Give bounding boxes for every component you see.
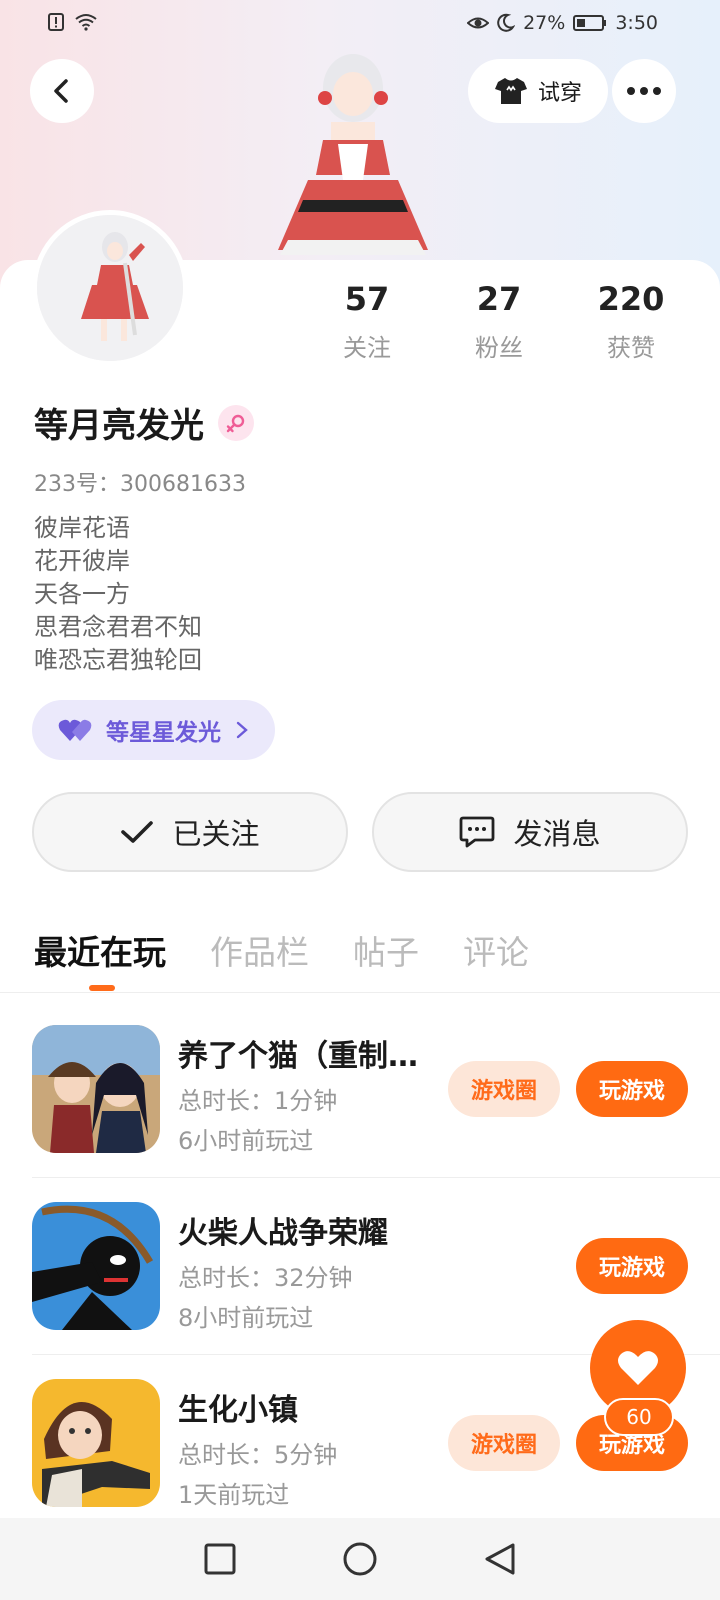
home-button[interactable] [340, 1539, 380, 1579]
game-icon [32, 1202, 160, 1330]
user-id[interactable]: 233号：300681633 [34, 466, 246, 498]
profile-tabs: 最近在玩 作品栏 帖子 评论 [34, 926, 529, 974]
circle-icon [343, 1542, 377, 1576]
following-count: 57 [344, 280, 390, 318]
tab-recently-played[interactable]: 最近在玩 [34, 926, 166, 974]
checkmark-icon [121, 821, 154, 843]
game-icon [32, 1025, 160, 1153]
user-id-label: 233号： [34, 472, 120, 497]
user-avatar[interactable] [32, 210, 188, 366]
try-on-button[interactable]: 试穿 [468, 59, 608, 123]
divider [32, 1177, 720, 1178]
group-link[interactable]: 等星星发光 [32, 700, 275, 760]
active-tab-indicator [89, 985, 115, 991]
game-duration: 总时长：5分钟 [178, 1441, 338, 1469]
game-last-played: 1天前玩过 [178, 1481, 290, 1509]
stat-likes[interactable]: 220 获赞 [576, 280, 686, 363]
clock: 3:50 [615, 12, 658, 34]
more-dots-icon [627, 87, 661, 95]
game-circle-button[interactable]: 游戏圈 [448, 1061, 560, 1117]
bio-line: 唯恐忘君独轮回 [34, 646, 202, 674]
tshirt-icon [494, 78, 527, 104]
bio-line: 彼岸花语 [34, 514, 130, 542]
group-label: 等星星发光 [106, 720, 221, 746]
like-count-badge: 60 [604, 1398, 674, 1436]
followed-label: 已关注 [172, 817, 260, 851]
game-icon [32, 1379, 160, 1507]
system-navigation-bar [0, 1518, 720, 1600]
chevron-right-icon [236, 721, 248, 739]
fans-count: 27 [476, 280, 522, 318]
triangle-back-icon [485, 1543, 515, 1575]
battery-icon [573, 13, 607, 33]
back-button[interactable] [30, 59, 94, 123]
followed-button[interactable]: 已关注 [32, 792, 348, 872]
do-not-disturb-moon-icon [495, 13, 516, 33]
send-message-button[interactable]: 发消息 [372, 792, 688, 872]
game-last-played: 6小时前玩过 [178, 1127, 314, 1155]
fans-label: 粉丝 [475, 334, 523, 362]
wifi-icon [74, 12, 97, 32]
female-gender-icon [218, 404, 254, 441]
stat-fans[interactable]: 27 粉丝 [444, 280, 554, 363]
chat-bubble-icon [460, 816, 495, 848]
back-nav-button[interactable] [480, 1539, 520, 1579]
user-name: 等月亮发光 [34, 406, 204, 446]
double-heart-icon [58, 719, 92, 741]
bio-line: 思君念君君不知 [34, 613, 202, 641]
game-title: 养了个猫（重制… [178, 1039, 418, 1074]
play-game-button[interactable]: 玩游戏 [576, 1061, 688, 1117]
game-title: 生化小镇 [178, 1393, 298, 1428]
likes-label: 获赞 [607, 334, 655, 362]
try-on-label: 试穿 [537, 81, 582, 106]
tab-posts[interactable]: 帖子 [353, 926, 419, 974]
eye-comfort-icon [466, 13, 490, 33]
send-message-label: 发消息 [513, 817, 601, 851]
play-game-button[interactable]: 玩游戏 [576, 1238, 688, 1294]
game-duration: 总时长：1分钟 [178, 1087, 338, 1115]
more-options-button[interactable] [612, 59, 676, 123]
likes-count: 220 [597, 280, 665, 318]
square-icon [204, 1543, 236, 1575]
following-label: 关注 [343, 334, 391, 362]
game-title: 火柴人战争荣耀 [178, 1216, 388, 1251]
tab-works[interactable]: 作品栏 [210, 926, 309, 974]
game-last-played: 8小时前玩过 [178, 1304, 314, 1332]
tab-comments[interactable]: 评论 [463, 926, 529, 974]
recent-apps-button[interactable] [200, 1539, 240, 1579]
bio-line: 花开彼岸 [34, 547, 130, 575]
divider [0, 992, 720, 993]
user-bio: 彼岸花语 花开彼岸 天各一方 思君念君君不知 唯恐忘君独轮回 [34, 512, 202, 677]
heart-icon [618, 1351, 658, 1385]
stat-following[interactable]: 57 关注 [312, 280, 422, 363]
game-list-item[interactable]: 养了个猫（重制… 总时长：1分钟 6小时前玩过 游戏圈 玩游戏 [0, 1025, 720, 1201]
battery-percent: 27% [523, 12, 566, 34]
notification-alert-icon [46, 12, 66, 32]
game-circle-button[interactable]: 游戏圈 [448, 1415, 560, 1471]
avatar-character-figure [268, 40, 438, 262]
chevron-left-icon [54, 79, 68, 103]
game-duration: 总时长：32分钟 [178, 1264, 353, 1292]
user-id-value: 300681633 [120, 472, 246, 497]
user-name-row: 等月亮发光 [34, 398, 254, 447]
bio-line: 天各一方 [34, 580, 130, 608]
